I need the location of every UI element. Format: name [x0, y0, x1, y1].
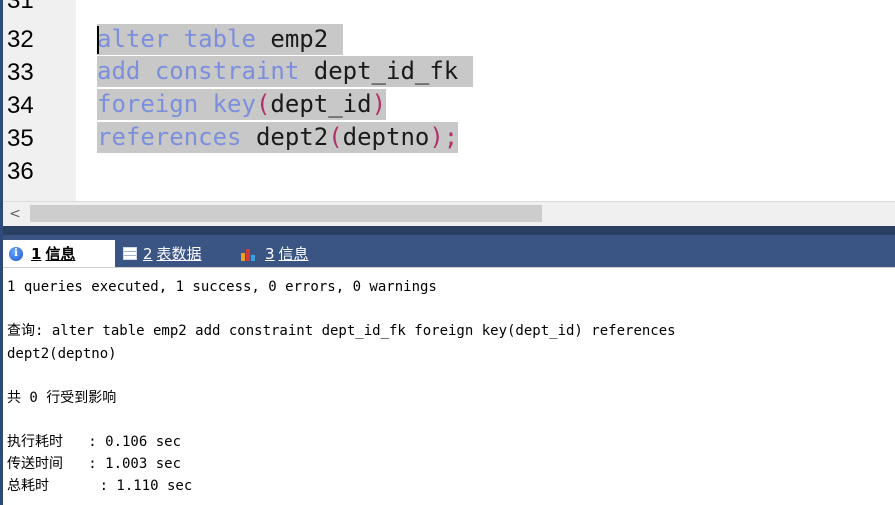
- sql-identifier: [140, 57, 154, 85]
- transfer-time-text: 传送时间 : 1.003 sec: [7, 456, 182, 472]
- sql-identifier: dept2: [241, 123, 329, 151]
- execution-time-text: 执行耗时 : 0.106 sec: [7, 434, 182, 450]
- sql-identifier: [169, 25, 183, 53]
- sql-identifier: [198, 90, 212, 118]
- tab-label: 信息: [45, 245, 76, 263]
- tab-number: 2: [143, 244, 153, 263]
- code-line[interactable]: add constraint dept_id_fk: [97, 56, 473, 87]
- sql-identifier: emp2: [255, 25, 343, 53]
- sql-keyword: references: [97, 123, 242, 151]
- sql-identifier: dept_id_fk: [299, 57, 473, 85]
- line-number: 31: [7, 0, 34, 14]
- fold-margin: [76, 0, 94, 201]
- tab-table-data[interactable]: 2 表数据: [117, 240, 231, 267]
- sql-editor[interactable]: 31 32 33 34 35 36 alter table emp2 add c…: [3, 0, 895, 201]
- line-number: 36: [7, 158, 34, 185]
- tab-number: 1: [31, 244, 42, 263]
- code-line[interactable]: foreign key(dept_id): [97, 89, 387, 120]
- line-number-gutter: 31 32 33 34 35 36: [3, 0, 76, 201]
- horizontal-scrollbar[interactable]: <: [3, 201, 895, 226]
- line-number: 32: [7, 26, 34, 53]
- sql-keyword: table: [183, 25, 256, 53]
- summary-text: 1 queries executed, 1 success, 0 errors,…: [7, 279, 437, 295]
- scroll-left-arrow-icon[interactable]: <: [6, 205, 24, 223]
- sql-punctuation: ): [371, 90, 387, 118]
- line-number: 33: [7, 59, 34, 86]
- sql-punctuation: (: [328, 123, 343, 151]
- sql-identifier: deptno: [342, 123, 430, 151]
- sql-keyword: foreign: [97, 90, 199, 118]
- result-tabs: i 1 信息 2 表数据 3 信息: [3, 235, 895, 267]
- line-number: 34: [7, 92, 34, 119]
- tab-messages-1[interactable]: i 1 信息: [3, 240, 115, 267]
- sql-keyword: add: [97, 57, 141, 85]
- scrollbar-thumb[interactable]: [30, 205, 542, 222]
- tab-messages-3[interactable]: 3 信息: [235, 240, 335, 267]
- sql-punctuation: );: [429, 123, 459, 151]
- chart-icon: [241, 247, 259, 261]
- tab-number: 3: [265, 244, 275, 263]
- text-caret: [97, 26, 99, 54]
- sql-keyword: constraint: [154, 57, 300, 85]
- query-editor-window: 31 32 33 34 35 36 alter table emp2 add c…: [0, 0, 895, 505]
- sql-punctuation: (: [255, 90, 271, 118]
- query-text: 查询: alter table emp2 add constraint dept…: [7, 323, 676, 339]
- line-number: 35: [7, 125, 34, 152]
- sql-identifier: dept_id: [270, 90, 372, 118]
- tab-label: 表数据: [156, 245, 202, 263]
- code-line[interactable]: references dept2(deptno);: [97, 122, 459, 153]
- rows-affected-text: 共 0 行受到影响: [7, 390, 117, 406]
- total-time-text: 总耗时 : 1.110 sec: [7, 478, 193, 494]
- sql-keyword: alter: [97, 25, 170, 53]
- sql-keyword: key: [212, 90, 256, 118]
- code-line[interactable]: alter table emp2: [97, 24, 343, 55]
- message-output: 1 queries executed, 1 success, 0 errors,…: [3, 267, 895, 505]
- query-text-continued: dept2(deptno): [7, 346, 117, 362]
- info-icon: i: [9, 246, 23, 261]
- tab-label: 信息: [278, 245, 309, 263]
- pane-splitter[interactable]: [3, 226, 895, 235]
- table-icon: [123, 247, 137, 260]
